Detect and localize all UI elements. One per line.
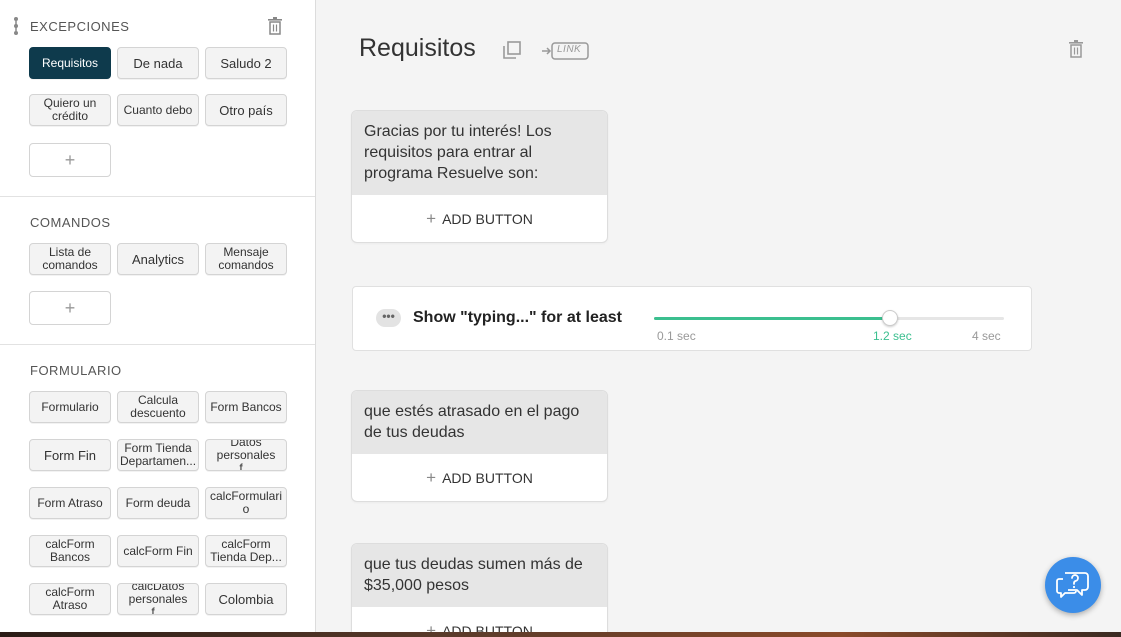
add-block-button-comandos[interactable]: + xyxy=(29,291,111,325)
link-label: LINK xyxy=(557,44,582,55)
delete-section-icon[interactable] xyxy=(267,17,283,40)
section-title-formulario: FORMULARIO xyxy=(30,363,122,378)
copy-icon[interactable] xyxy=(503,41,521,64)
block-saludo-2[interactable]: Saludo 2 xyxy=(205,47,287,79)
text-card: Gracias por tu interés! Los requisitos p… xyxy=(351,110,608,243)
block-colombia[interactable]: Colombia xyxy=(205,583,287,615)
drag-handle-icon[interactable] xyxy=(12,16,20,36)
block-quiero-un-credito[interactable]: Quiero un crédito xyxy=(29,94,111,126)
add-button[interactable]: + ADD BUTTON xyxy=(352,195,607,242)
section-title-excepciones: EXCEPCIONES xyxy=(30,19,130,34)
delete-block-icon[interactable] xyxy=(1069,40,1083,63)
typing-dots-icon: ••• xyxy=(376,309,401,327)
card-text[interactable]: que estés atrasado en el pago de tus deu… xyxy=(352,391,607,454)
desktop-background xyxy=(0,632,1121,637)
block-calcdatos-personales[interactable]: calcDatos personales f... xyxy=(117,583,199,615)
card-text[interactable]: que tus deudas sumen más de $35,000 peso… xyxy=(352,544,607,607)
typing-slider[interactable] xyxy=(654,310,1004,326)
add-button-label: ADD BUTTON xyxy=(442,210,533,227)
typing-delay-card: ••• Show "typing..." for at least 0.1 se… xyxy=(352,286,1032,351)
block-cuanto-debo[interactable]: Cuanto debo xyxy=(117,94,199,126)
block-calcformulario[interactable]: calcFormulario xyxy=(205,487,287,519)
add-button[interactable]: + ADD BUTTON xyxy=(352,454,607,501)
typing-label: Show "typing..." for at least xyxy=(413,309,622,326)
section-title-comandos: COMANDOS xyxy=(30,215,111,230)
block-lista-de-comandos[interactable]: Lista de comandos xyxy=(29,243,111,275)
block-calcform-fin[interactable]: calcForm Fin xyxy=(117,535,199,567)
plus-icon: + xyxy=(426,208,437,228)
link-button[interactable]: LINK xyxy=(541,42,589,65)
section-divider xyxy=(0,344,315,345)
help-chat-button[interactable] xyxy=(1045,557,1101,613)
plus-icon: + xyxy=(426,467,437,487)
add-block-button-excepciones[interactable]: + xyxy=(29,143,111,177)
add-button[interactable]: + ADD BUTTON xyxy=(352,607,607,633)
block-grid-formulario: Formulario Calcula descuento Form Bancos… xyxy=(29,391,287,615)
text-card: que estés atrasado en el pago de tus deu… xyxy=(351,390,608,502)
block-requisitos[interactable]: Requisitos xyxy=(29,47,111,79)
help-chat-icon xyxy=(1056,572,1089,598)
block-otro-pais[interactable]: Otro país xyxy=(205,94,287,126)
block-grid-comandos: Lista de comandos Analytics Mensaje coma… xyxy=(29,243,287,275)
slider-max-label: 4 sec xyxy=(972,329,1001,343)
block-calcform-tienda[interactable]: calcForm Tienda Dep... xyxy=(205,535,287,567)
plus-icon: + xyxy=(426,620,437,633)
block-datos-personales[interactable]: Datos personales f... xyxy=(205,439,287,471)
section-divider xyxy=(0,196,315,197)
block-grid-excepciones: Requisitos De nada Saludo 2 Quiero un cr… xyxy=(29,47,287,126)
block-calcform-bancos[interactable]: calcForm Bancos xyxy=(29,535,111,567)
block-analytics[interactable]: Analytics xyxy=(117,243,199,275)
block-calcform-atraso[interactable]: calcForm Atraso xyxy=(29,583,111,615)
block-form-tienda-departamental[interactable]: Form Tienda Departamen... xyxy=(117,439,199,471)
add-button-label: ADD BUTTON xyxy=(442,469,533,486)
block-form-deuda[interactable]: Form deuda xyxy=(117,487,199,519)
block-editor: Requisitos LINK Gracias por tu interés! … xyxy=(316,0,1121,632)
slider-value-label: 1.2 sec xyxy=(873,329,912,343)
block-de-nada[interactable]: De nada xyxy=(117,47,199,79)
slider-fill xyxy=(654,317,890,320)
block-calcula-descuento[interactable]: Calcula descuento xyxy=(117,391,199,423)
card-text[interactable]: Gracias por tu interés! Los requisitos p… xyxy=(352,111,607,195)
block-form-fin[interactable]: Form Fin xyxy=(29,439,111,471)
block-mensaje-comandos[interactable]: Mensaje comandos xyxy=(205,243,287,275)
page-title[interactable]: Requisitos xyxy=(359,34,476,63)
block-formulario[interactable]: Formulario xyxy=(29,391,111,423)
slider-thumb[interactable] xyxy=(882,310,898,326)
sidebar: EXCEPCIONES Requisitos De nada Saludo 2 … xyxy=(0,0,316,632)
block-form-bancos[interactable]: Form Bancos xyxy=(205,391,287,423)
slider-min-label: 0.1 sec xyxy=(657,329,696,343)
add-button-label: ADD BUTTON xyxy=(442,622,533,633)
block-form-atraso[interactable]: Form Atraso xyxy=(29,487,111,519)
text-card: que tus deudas sumen más de $35,000 peso… xyxy=(351,543,608,632)
